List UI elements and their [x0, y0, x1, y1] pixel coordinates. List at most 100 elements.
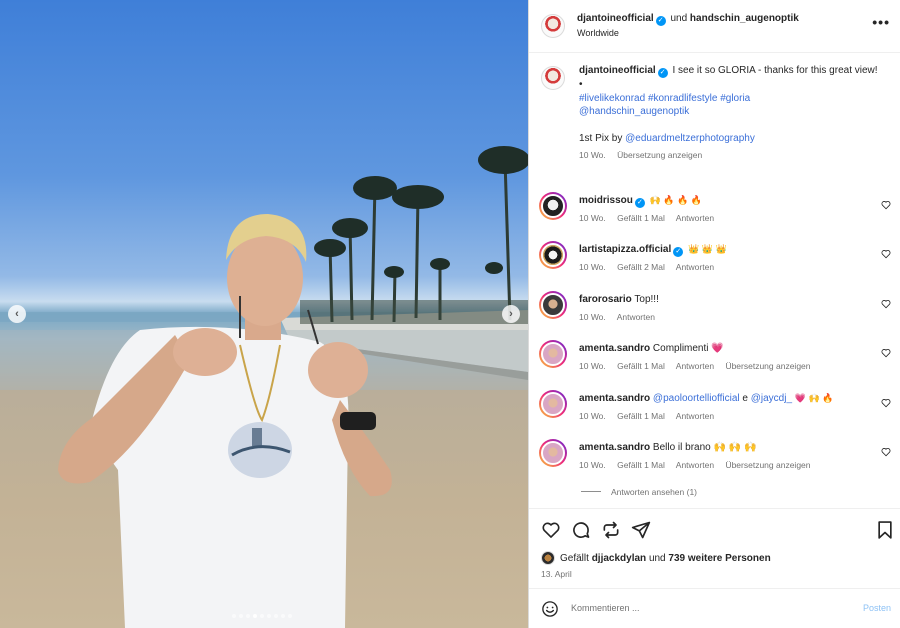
hashtag-link[interactable]: #gloria: [720, 93, 750, 104]
hashtag-link[interactable]: #konradlifestyle: [648, 93, 717, 104]
caption-body: I see it so GLORIA - thanks for this gre…: [672, 65, 878, 76]
carousel-dot: [246, 614, 250, 618]
author-avatar[interactable]: [541, 14, 565, 38]
comment-username[interactable]: amenta.sandro: [579, 343, 650, 354]
emoji-icon[interactable]: [541, 600, 559, 618]
comment-likes[interactable]: Gefällt 1 Mal: [617, 361, 665, 371]
collaborator-link[interactable]: handschin_augenoptik: [690, 13, 799, 24]
add-comment-bar: Kommentieren ... Posten: [529, 588, 900, 628]
heart-icon[interactable]: [541, 520, 561, 540]
view-replies-label: Antworten ansehen (1): [611, 487, 697, 497]
comment-time[interactable]: 10 Wo.: [579, 460, 606, 470]
comment-username[interactable]: moidrissou: [579, 195, 633, 206]
reply-button[interactable]: Antworten: [676, 460, 714, 470]
comment-body: Bello il brano 🙌 🙌 🙌: [652, 442, 757, 453]
comment-username[interactable]: amenta.sandro: [579, 442, 650, 453]
comment-meta: 10 Wo. Gefällt 1 Mal Antworten: [579, 411, 723, 421]
comment-meta: 10 Wo. Gefällt 1 Mal Antworten: [579, 213, 723, 223]
carousel-dot: [288, 614, 292, 618]
comment-avatar[interactable]: [539, 439, 567, 467]
post-comment-button[interactable]: Posten: [863, 603, 891, 613]
comment-time[interactable]: 10 Wo.: [579, 361, 606, 371]
comment-connector: e: [742, 393, 748, 404]
heart-icon[interactable]: [881, 200, 891, 210]
reply-button[interactable]: Antworten: [676, 262, 714, 272]
heart-icon[interactable]: [881, 299, 891, 309]
caption-author-link[interactable]: djantoineofficial: [579, 65, 656, 76]
comment-username[interactable]: amenta.sandro: [579, 393, 650, 404]
comment-likes[interactable]: Gefällt 1 Mal: [617, 213, 665, 223]
comment-avatar[interactable]: [539, 241, 567, 269]
hashtag-link[interactable]: #livelikekonrad: [579, 93, 645, 104]
heart-icon[interactable]: [881, 447, 891, 457]
translate-button[interactable]: Übersetzung anzeigen: [725, 460, 810, 470]
carousel-next-button[interactable]: ›: [502, 305, 520, 323]
translate-button[interactable]: Übersetzung anzeigen: [725, 361, 810, 371]
mention-link[interactable]: @paoloortelliofficial: [653, 393, 740, 404]
verified-icon: ✓: [673, 247, 684, 257]
comment-meta: 10 Wo. Antworten: [579, 312, 664, 322]
comment-body: 💗 🙌 🔥: [794, 393, 834, 403]
reply-button[interactable]: Antworten: [676, 411, 714, 421]
caption-meta: 10 Wo. Übersetzung anzeigen: [579, 149, 879, 163]
comment-text: amenta.sandro Bello il brano 🙌 🙌 🙌: [579, 442, 869, 453]
comments-list[interactable]: djantoineofficial ✓ I see it so GLORIA - …: [529, 54, 900, 508]
bookmark-icon[interactable]: [875, 520, 895, 540]
chevron-right-icon: ›: [509, 308, 513, 320]
caption-credit: 1st Pix by: [579, 133, 623, 144]
carousel-dot: [239, 614, 243, 618]
share-icon[interactable]: [601, 520, 621, 540]
reply-button[interactable]: Antworten: [676, 213, 714, 223]
comment-body: Complimenti 💗: [652, 343, 724, 354]
send-icon[interactable]: [631, 520, 651, 540]
post-photo[interactable]: ‹ ›: [0, 0, 528, 628]
likes-others[interactable]: 739 weitere Personen: [668, 553, 770, 564]
comment-likes[interactable]: Gefällt 2 Mal: [617, 262, 665, 272]
comment-time[interactable]: 10 Wo.: [579, 213, 606, 223]
heart-icon[interactable]: [881, 348, 891, 358]
carousel-prev-button[interactable]: ‹: [8, 305, 26, 323]
carousel-dot: [267, 614, 271, 618]
mention-link[interactable]: @eduardmeltzerphotography: [625, 133, 755, 144]
location-link[interactable]: Worldwide: [577, 28, 619, 38]
mention-link[interactable]: @jaycdj_: [751, 393, 792, 404]
photo-scene: [0, 146, 528, 628]
comment-time[interactable]: 10 Wo.: [579, 312, 606, 322]
likes-summary[interactable]: Gefällt djjackdylan und 739 weitere Pers…: [541, 551, 771, 565]
caption-author-avatar[interactable]: [541, 66, 565, 90]
post-date[interactable]: 13. April: [541, 569, 572, 579]
comment-body: 👑 👑 👑: [688, 244, 727, 254]
reply-button[interactable]: Antworten: [617, 312, 655, 322]
replies-divider: [581, 491, 601, 492]
post-authors: djantoineofficial ✓ und handschin_augenop…: [577, 13, 799, 26]
comment-likes[interactable]: Gefällt 1 Mal: [617, 411, 665, 421]
mention-link[interactable]: @handschin_augenoptik: [579, 106, 689, 117]
comment-row: faroro­sario Top!!! 10 Wo. Antworten: [539, 291, 891, 331]
comment-username[interactable]: faroro­sario: [579, 294, 632, 305]
comment-avatar[interactable]: [539, 340, 567, 368]
comment-text: faroro­sario Top!!!: [579, 294, 869, 305]
comment-time[interactable]: 10 Wo.: [579, 411, 606, 421]
view-replies-button[interactable]: Antworten ansehen (1): [581, 487, 697, 497]
carousel-dot: [253, 614, 257, 618]
carousel-dot: [232, 614, 236, 618]
comment-avatar[interactable]: [539, 192, 567, 220]
translate-button[interactable]: Übersetzung anzeigen: [617, 150, 702, 160]
more-options-button[interactable]: •••: [872, 14, 890, 30]
comment-input[interactable]: Kommentieren ...: [571, 603, 640, 613]
liker-username[interactable]: djjackdylan: [592, 553, 646, 564]
comment-text: amenta.sandro Complimenti 💗: [579, 343, 869, 354]
comment-avatar[interactable]: [539, 390, 567, 418]
reply-button[interactable]: Antworten: [676, 361, 714, 371]
comment-avatar[interactable]: [539, 291, 567, 319]
liker-avatar: [541, 551, 555, 565]
author-link[interactable]: djantoineofficial: [577, 13, 654, 24]
heart-icon[interactable]: [881, 249, 891, 259]
comment-username[interactable]: lartistapizza.official: [579, 244, 671, 255]
comment-time[interactable]: 10 Wo.: [579, 262, 606, 272]
heart-icon[interactable]: [881, 398, 891, 408]
caption-time[interactable]: 10 Wo.: [579, 150, 606, 160]
chevron-left-icon: ‹: [15, 308, 19, 320]
comment-icon[interactable]: [571, 520, 591, 540]
comment-likes[interactable]: Gefällt 1 Mal: [617, 460, 665, 470]
